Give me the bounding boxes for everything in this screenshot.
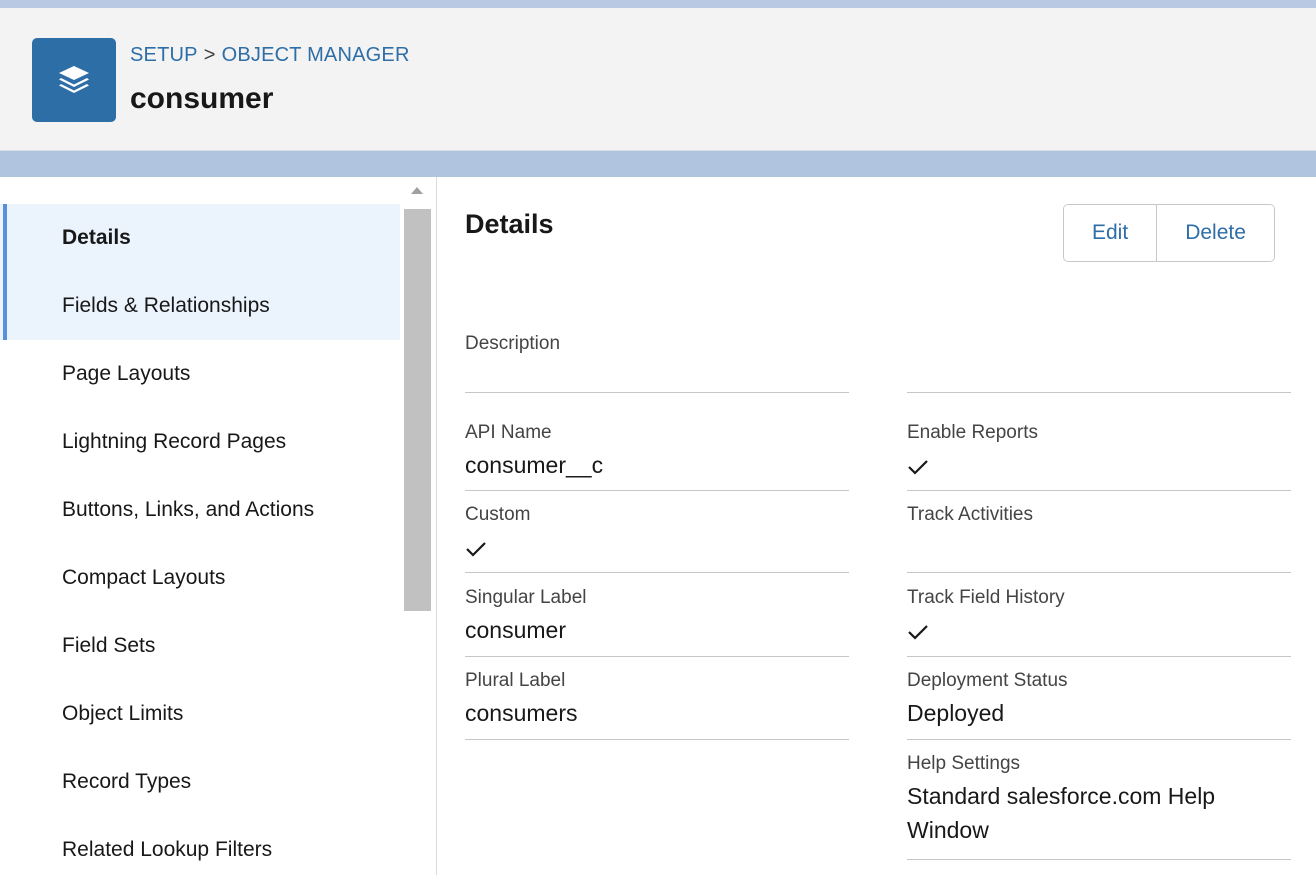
field-label: Custom — [465, 504, 531, 525]
checkmark-icon — [907, 623, 929, 646]
sidebar-item-compact-layouts[interactable]: Compact Layouts — [0, 544, 400, 612]
field-singular-label: Singular Label consumer — [465, 587, 849, 657]
action-button-group: Edit Delete — [1063, 204, 1275, 262]
sidebar-item-details[interactable]: Details — [0, 204, 400, 272]
field-plural-label: Plural Label consumers — [465, 670, 849, 740]
field-label: Track Field History — [907, 587, 1065, 608]
field-value: consumers — [465, 700, 578, 726]
breadcrumb-setup-link[interactable]: SETUP — [130, 44, 198, 66]
sidebar-item-page-layouts[interactable]: Page Layouts — [0, 340, 400, 408]
checkmark-icon — [465, 540, 487, 563]
field-divider — [465, 572, 849, 573]
sidebar-item-fields-relationships[interactable]: Fields & Relationships — [0, 272, 400, 340]
sidebar-item-record-types[interactable]: Record Types — [0, 748, 400, 816]
field-label: Enable Reports — [907, 422, 1038, 443]
field-divider — [465, 392, 849, 393]
layers-icon — [32, 38, 116, 122]
field-label: Singular Label — [465, 587, 587, 608]
field-help-settings: Help Settings Standard salesforce.com He… — [907, 753, 1291, 860]
field-label: Help Settings — [907, 753, 1021, 774]
sidebar-item-field-sets[interactable]: Field Sets — [0, 612, 400, 680]
field-divider — [465, 490, 849, 491]
sidebar: Details Fields & Relationships Page Layo… — [0, 177, 437, 875]
breadcrumb-separator: > — [203, 44, 216, 66]
field-track-field-history: Track Field History — [907, 587, 1291, 657]
sidebar-scrollbar[interactable] — [402, 177, 432, 875]
field-value: consumer — [465, 617, 566, 643]
sidebar-nav: Details Fields & Relationships Page Layo… — [0, 204, 400, 884]
field-label: Plural Label — [465, 670, 566, 691]
field-divider — [907, 739, 1291, 740]
field-divider — [465, 656, 849, 657]
checkmark-icon — [907, 458, 929, 481]
field-label: Deployment Status — [907, 670, 1068, 691]
field-value: Deployed — [907, 700, 1005, 726]
field-label: API Name — [465, 422, 552, 443]
field-divider — [907, 859, 1291, 860]
decorative-band — [0, 151, 1316, 177]
sidebar-item-object-limits[interactable]: Object Limits — [0, 680, 400, 748]
sidebar-item-lightning-record-pages[interactable]: Lightning Record Pages — [0, 408, 400, 476]
delete-button[interactable]: Delete — [1156, 205, 1274, 261]
field-description: Description — [465, 333, 849, 393]
field-value: Standard salesforce.com Help Window — [907, 783, 1216, 843]
breadcrumb-object-manager-link[interactable]: OBJECT MANAGER — [222, 44, 410, 66]
field-custom: Custom — [465, 504, 849, 573]
field-deployment-status: Deployment Status Deployed — [907, 670, 1291, 740]
scroll-thumb[interactable] — [404, 209, 431, 611]
page-header: SETUP > OBJECT MANAGER consumer — [0, 8, 1316, 151]
edit-button[interactable]: Edit — [1064, 205, 1157, 261]
field-divider — [465, 739, 849, 740]
field-divider — [907, 490, 1291, 491]
field-enable-reports: Enable Reports — [907, 422, 1291, 491]
section-title: Details — [465, 209, 554, 239]
field-label: Description — [465, 333, 561, 354]
sidebar-item-buttons-links-actions[interactable]: Buttons, Links, and Actions — [0, 476, 400, 544]
field-divider — [907, 392, 1291, 393]
top-decorative-strip — [0, 0, 1316, 8]
field-track-activities: Track Activities — [907, 504, 1291, 573]
main-content: Details Edit Delete Description API Name… — [437, 177, 1316, 875]
field-label: Track Activities — [907, 504, 1033, 525]
sidebar-item-related-lookup-filters[interactable]: Related Lookup Filters — [0, 816, 400, 884]
scroll-up-arrow-icon[interactable] — [411, 187, 423, 194]
breadcrumb: SETUP > OBJECT MANAGER — [130, 44, 410, 67]
field-divider — [907, 572, 1291, 573]
field-api-name: API Name consumer__c — [465, 422, 849, 491]
page-title: consumer — [130, 82, 274, 115]
field-value: consumer__c — [465, 452, 604, 478]
field-divider — [907, 656, 1291, 657]
